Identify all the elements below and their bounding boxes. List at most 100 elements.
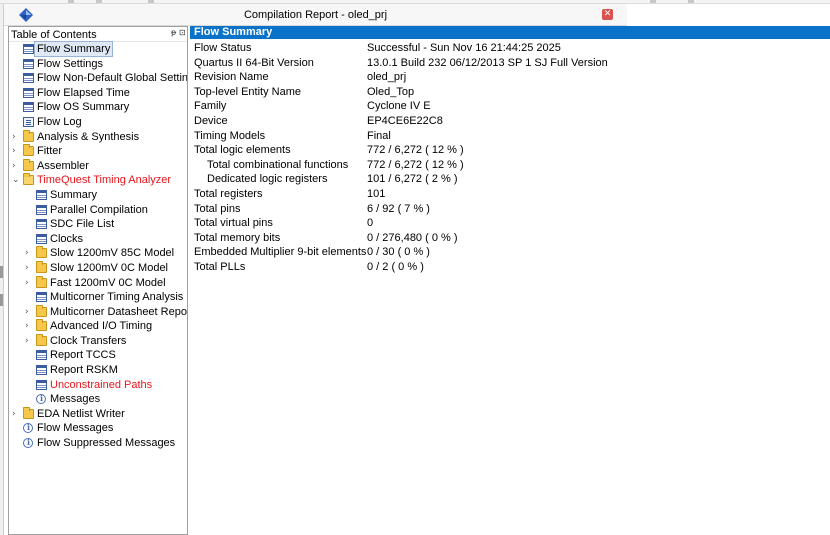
toc-item[interactable]: Flow Elapsed Time [9, 86, 187, 101]
summary-key: Embedded Multiplier 9-bit elements [194, 246, 367, 259]
summary-value: Final [367, 129, 391, 142]
table-icon [36, 365, 47, 376]
summary-key: Total pins [194, 202, 241, 215]
folder-icon [23, 144, 34, 157]
toc-item[interactable]: Flow Non-Default Global Settings [9, 71, 187, 86]
summary-key: Total registers [194, 187, 263, 200]
summary-key: Device [194, 114, 228, 127]
summary-key: Total memory bits [194, 231, 281, 244]
chevron-right-icon[interactable]: › [12, 145, 20, 157]
summary-row: Timing Models Final [190, 129, 830, 144]
flow-summary-header: Flow Summary [190, 26, 830, 39]
summary-row: Total virtual pins 0 [190, 216, 830, 231]
summary-key: Family [194, 100, 227, 113]
edge-marker [0, 294, 3, 306]
chevron-right-icon[interactable]: › [25, 277, 33, 289]
toc-item-label: Flow Suppressed Messages [37, 437, 176, 450]
table-icon [36, 379, 47, 390]
summary-key: Total combinational functions [207, 158, 349, 171]
chevron-right-icon[interactable]: › [25, 247, 33, 259]
summary-value: 0 / 276,480 ( 0 % ) [367, 231, 458, 244]
toc-item-label: Flow Summary [33, 41, 114, 57]
folder-icon [36, 246, 47, 259]
toolbar-fragment [650, 0, 656, 3]
summary-row: Total memory bits 0 / 276,480 ( 0 % ) [190, 231, 830, 246]
toc-item[interactable]: Flow Settings [9, 57, 187, 72]
toc-item-label: Analysis & Synthesis [37, 130, 140, 143]
toc-item[interactable]: › Fitter [9, 144, 187, 159]
info-icon [23, 422, 33, 434]
toc-item[interactable]: ⌄ TimeQuest Timing Analyzer [9, 173, 187, 188]
summary-value: 101 / 6,272 ( 2 % ) [367, 173, 458, 186]
summary-key: Total PLLs [194, 260, 246, 273]
toc-item[interactable]: Flow OS Summary [9, 100, 187, 115]
toc-item[interactable]: Report RSKM [9, 363, 187, 378]
pin-icon[interactable]: ᵽ ⊡ [171, 28, 187, 40]
table-icon [23, 58, 34, 69]
toc-item-label: Clocks [50, 232, 84, 245]
chevron-right-icon[interactable]: › [12, 160, 20, 172]
toc-item[interactable]: Unconstrained Paths [9, 378, 187, 393]
chevron-down-icon[interactable]: ⌄ [12, 174, 20, 186]
toc-item[interactable]: Report TCCS [9, 348, 187, 363]
summary-key: Flow Status [194, 42, 252, 54]
toc-item[interactable]: Flow Suppressed Messages [9, 436, 187, 451]
toc-item[interactable]: Clocks [9, 232, 187, 247]
log-icon [23, 116, 34, 127]
summary-row: Embedded Multiplier 9-bit elements 0 / 30… [190, 245, 830, 260]
toc-item[interactable]: Flow Summary [9, 41, 187, 57]
chevron-right-icon[interactable]: › [25, 306, 33, 318]
toc-item[interactable]: › Fast 1200mV 0C Model [9, 275, 187, 291]
summary-row: Revision Name oled_prj [190, 70, 830, 85]
summary-value: 0 / 2 ( 0 % ) [367, 260, 424, 273]
summary-row: Top-level Entity Name Oled_Top [190, 85, 830, 100]
summary-row: Total registers 101 [190, 187, 830, 202]
toc-item-label: Parallel Compilation [50, 203, 148, 216]
toc-item[interactable]: › Analysis & Synthesis [9, 129, 187, 145]
toc-item-label: SDC File List [50, 218, 115, 231]
toc-item-label: Report RSKM [50, 364, 118, 377]
window-title: Compilation Report - oled_prj [243, 9, 388, 21]
info-icon [36, 393, 46, 405]
toc-item[interactable]: › Assembler [9, 158, 187, 174]
toc-item[interactable]: › Advanced I/O Timing [9, 319, 187, 334]
toc-item[interactable]: Summary [9, 188, 187, 203]
toc-item[interactable]: Messages [9, 392, 187, 407]
summary-value: oled_prj [367, 71, 407, 84]
toc-item-label: Multicorner Datasheet Report S [50, 305, 187, 318]
toc-item[interactable]: › EDA Netlist Writer [9, 406, 187, 422]
toc-item-label: Flow Log [37, 115, 82, 128]
toc-item[interactable]: Parallel Compilation [9, 203, 187, 218]
summary-row: Quartus II 64-Bit Version 13.0.1 Build 23… [190, 56, 830, 71]
toc-item[interactable]: › Slow 1200mV 85C Model [9, 246, 187, 261]
toc-item-label: Slow 1200mV 85C Model [50, 247, 175, 260]
summary-key: Dedicated logic registers [207, 173, 328, 186]
toc-item[interactable]: › Clock Transfers [9, 333, 187, 349]
folder-icon [36, 333, 47, 346]
chevron-right-icon[interactable]: › [12, 131, 20, 143]
table-of-contents-panel: Table of Contents ᵽ ⊡ Flow Summary Flow S… [8, 26, 188, 535]
toc-item[interactable]: › Multicorner Datasheet Report S [9, 304, 187, 320]
toc-item[interactable]: Flow Log [9, 115, 187, 130]
close-icon[interactable]: ✕ [602, 9, 613, 20]
toc-item-label: Flow Settings [37, 57, 104, 70]
chevron-right-icon[interactable]: › [25, 335, 33, 347]
toc-item[interactable]: › Slow 1200mV 0C Model [9, 260, 187, 276]
summary-key: Quartus II 64-Bit Version [194, 56, 314, 69]
summary-row: Total combinational functions 772 / 6,272… [190, 158, 830, 173]
chevron-right-icon[interactable]: › [25, 262, 33, 274]
folder-icon [36, 260, 47, 273]
toc-item[interactable]: Flow Messages [9, 421, 187, 436]
summary-row: Total PLLs 0 / 2 ( 0 % ) [190, 260, 830, 275]
folder-icon [23, 406, 34, 419]
chevron-right-icon[interactable]: › [25, 320, 33, 332]
table-icon [23, 87, 34, 98]
summary-value: EP4CE6E22C8 [367, 114, 443, 127]
toc-item[interactable]: SDC File List [9, 217, 187, 232]
toc-item-label: Fast 1200mV 0C Model [50, 276, 166, 289]
summary-key: Timing Models [194, 129, 266, 142]
summary-row: Family Cyclone IV E [190, 99, 830, 114]
summary-row: Total logic elements 772 / 6,272 ( 12 % ) [190, 143, 830, 158]
chevron-right-icon[interactable]: › [12, 408, 20, 420]
toc-item[interactable]: Multicorner Timing Analysis Su [9, 290, 187, 305]
